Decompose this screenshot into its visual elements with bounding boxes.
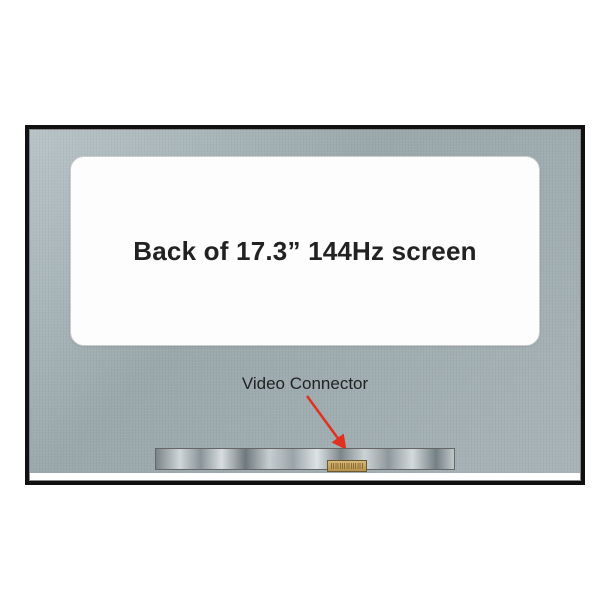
bottom-edge [30,473,580,481]
screen-bezel: Back of 17.3” 144Hz screen Video Connect… [29,129,581,481]
main-label-panel: Back of 17.3” 144Hz screen [70,156,540,346]
connector-label-text: Video Connector [242,374,368,394]
video-connector [327,460,367,472]
laptop-screen-back: Back of 17.3” 144Hz screen Video Connect… [25,125,585,485]
pcb-strip [155,448,455,470]
main-label-text: Back of 17.3” 144Hz screen [133,236,476,267]
